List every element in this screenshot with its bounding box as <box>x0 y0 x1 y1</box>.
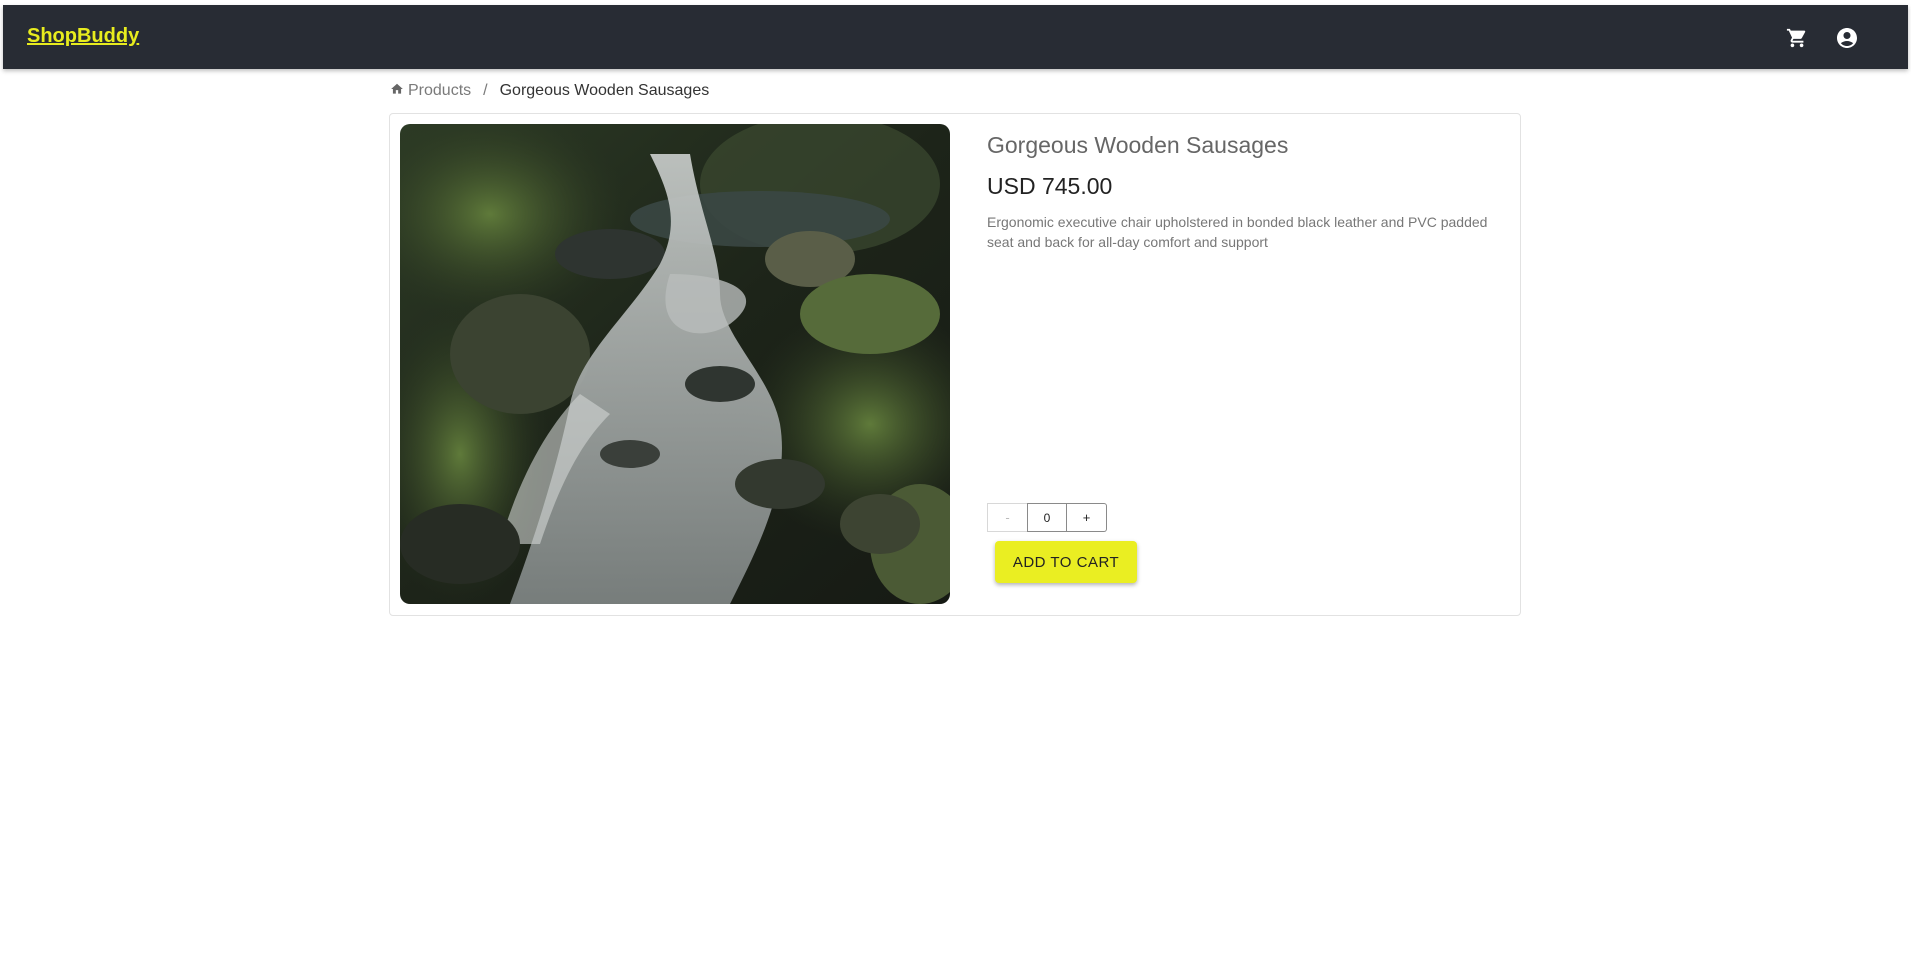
cart-icon[interactable] <box>1784 25 1810 51</box>
brand-logo-link[interactable]: ShopBuddy <box>27 25 139 48</box>
breadcrumb: Products / Gorgeous Wooden Sausages <box>390 80 709 102</box>
home-icon <box>390 82 404 101</box>
account-circle-icon[interactable] <box>1834 25 1860 51</box>
breadcrumb-products-label: Products <box>408 82 472 99</box>
quantity-input[interactable] <box>1027 503 1067 532</box>
product-card: Gorgeous Wooden Sausages USD 745.00 Ergo… <box>389 113 1521 616</box>
product-description: Ergonomic executive chair upholstered in… <box>987 214 1488 250</box>
product-title: Gorgeous Wooden Sausages <box>987 132 1289 158</box>
decrease-quantity-button[interactable]: - <box>987 503 1027 532</box>
breadcrumb-current: Gorgeous Wooden Sausages <box>499 82 710 99</box>
app-bar: ShopBuddy <box>3 5 1908 69</box>
product-details: Gorgeous Wooden Sausages USD 745.00 Ergo… <box>987 132 1497 252</box>
product-image <box>400 124 950 604</box>
quantity-stepper: - + <box>987 503 1107 532</box>
product-price: USD 745.00 <box>987 173 1113 199</box>
breadcrumb-products-link[interactable]: Products <box>390 82 471 101</box>
add-to-cart-button[interactable]: ADD TO CART <box>995 541 1137 583</box>
breadcrumb-separator: / <box>483 82 488 99</box>
app-bar-actions <box>1784 25 1860 51</box>
increase-quantity-button[interactable]: + <box>1067 503 1107 532</box>
